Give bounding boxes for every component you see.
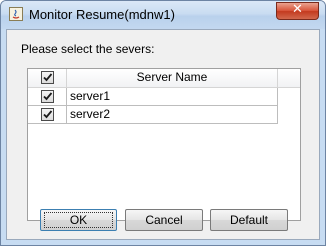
ok-button-label: OK [69, 213, 88, 227]
ok-button[interactable]: OK [40, 209, 117, 231]
table-header-corner [278, 69, 300, 87]
cancel-button[interactable]: Cancel [125, 209, 203, 231]
cancel-button-label: Cancel [145, 213, 183, 227]
checkmark-icon [43, 110, 53, 119]
default-button-label: Default [229, 213, 269, 227]
row-checkbox[interactable] [41, 90, 54, 103]
prompt-label: Please select the severs: [21, 42, 155, 56]
window-title: Monitor Resume(mdnw1) [29, 7, 175, 22]
row-check-cell[interactable] [28, 88, 67, 106]
title-bar[interactable]: Monitor Resume(mdnw1) ✕ [1, 1, 325, 29]
server-name-cell[interactable]: server2 [67, 106, 278, 124]
dialog-window: Monitor Resume(mdnw1) ✕ Please select th… [0, 0, 326, 246]
default-button[interactable]: Default [210, 209, 288, 231]
header-select-all[interactable] [28, 69, 67, 87]
server-table: Server Name server1 server2 [27, 68, 301, 221]
table-header: Server Name [28, 69, 300, 88]
close-button[interactable]: ✕ [276, 2, 319, 20]
java-app-icon [9, 7, 23, 21]
dialog-content: Please select the severs: Server Name se… [6, 29, 320, 240]
select-all-checkbox[interactable] [41, 71, 54, 84]
checkmark-icon [43, 92, 53, 101]
row-check-cell[interactable] [28, 106, 67, 124]
close-icon: ✕ [292, 2, 303, 17]
column-header-server-name[interactable]: Server Name [67, 69, 278, 87]
server-name-cell[interactable]: server1 [67, 88, 278, 106]
row-checkbox[interactable] [41, 108, 54, 121]
table-row[interactable]: server1 [28, 88, 278, 106]
table-row[interactable]: server2 [28, 106, 278, 124]
checkmark-icon [43, 73, 53, 82]
